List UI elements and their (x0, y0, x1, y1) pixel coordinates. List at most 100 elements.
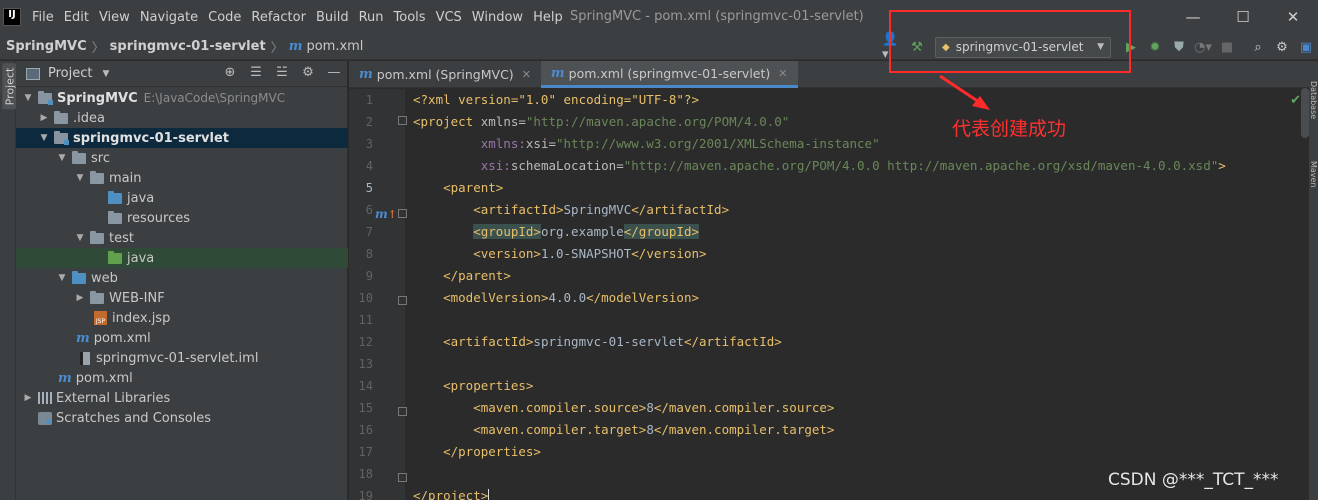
breadcrumb-file[interactable]: pom.xml (306, 39, 363, 54)
folder-icon (90, 290, 104, 304)
chevron-down-icon[interactable]: ▼ (56, 153, 68, 163)
no-problems-check-icon[interactable]: ✔ (1290, 93, 1301, 108)
collapse-all-icon[interactable]: ☱ (269, 65, 295, 80)
project-panel-header: Project ▼ ⊕ ☰ ☱ ⚙ — (16, 61, 347, 87)
menu-item-vcs[interactable]: VCS (431, 10, 467, 25)
chevron-down-icon[interactable]: ▼ (56, 273, 68, 283)
tab-pom-springmvc[interactable]: m pom.xml (SpringMVC) ✕ (349, 61, 541, 88)
library-icon (38, 392, 52, 404)
menu-item-refactor[interactable]: Refactor (246, 10, 311, 25)
menu-item-run[interactable]: Run (354, 10, 389, 25)
maven-tool-window-button[interactable]: Maven (1309, 161, 1318, 211)
code-line-5: <parent> (443, 180, 504, 195)
code-line-12: <artifactId>springmvc-01-servlet</artifa… (443, 334, 782, 349)
breadcrumb-project[interactable]: SpringMVC (6, 39, 87, 54)
editor-scrollbar[interactable] (1301, 88, 1309, 138)
tree-item-main[interactable]: ▼ main (16, 168, 348, 188)
close-window-button[interactable]: ✕ (1268, 0, 1318, 34)
close-tab-icon[interactable]: ✕ (522, 68, 531, 81)
close-tab-icon[interactable]: ✕ (778, 67, 787, 80)
chevron-right-icon[interactable]: ▶ (22, 393, 34, 403)
line-number: 17 (358, 445, 373, 459)
debug-icon[interactable]: ✹ (1144, 37, 1166, 57)
tree-item-resources[interactable]: resources (16, 208, 348, 228)
project-panel: Project ▼ ⊕ ☰ ☱ ⚙ — ▼ SpringMVC E:\JavaC… (16, 61, 348, 500)
menu-item-navigate[interactable]: Navigate (135, 10, 203, 25)
ide-icon[interactable]: ▣ (1295, 37, 1317, 57)
maven-parent-gutter-icon[interactable]: m↑ (375, 207, 397, 221)
breadcrumb-module[interactable]: springmvc-01-servlet (110, 39, 266, 54)
tree-item-main-java[interactable]: java (16, 188, 348, 208)
tree-item-idea[interactable]: ▶ .idea (16, 108, 348, 128)
tree-item-springmvc-01-servlet[interactable]: ▼ springmvc-01-servlet (16, 128, 348, 148)
line-number: 3 (365, 137, 373, 151)
tree-item-index-jsp[interactable]: JSP index.jsp (16, 308, 348, 328)
line-number-gutter: m↑ 1 2 3 4 5 6 7 8 9 10 11 12 13 14 15 16 17 18 19 (349, 89, 407, 500)
profile-icon[interactable]: ◔▾ (1192, 37, 1214, 57)
maven-file-icon: m (550, 65, 565, 81)
tree-item-module-pom[interactable]: m pom.xml (16, 328, 348, 348)
scratches-icon (38, 411, 52, 425)
chevron-down-icon[interactable]: ▼ (102, 69, 109, 79)
tree-item-web-inf[interactable]: ▶ WEB-INF (16, 288, 348, 308)
tree-item-web[interactable]: ▼ web (16, 268, 348, 288)
chevron-down-icon[interactable]: ▼ (74, 173, 86, 183)
line-number: 13 (358, 357, 373, 371)
project-path: E:\JavaCode\SpringMVC (143, 91, 286, 105)
fold-marker-icon[interactable] (398, 209, 407, 218)
menu-item-edit[interactable]: Edit (59, 10, 94, 25)
annotation-highlight-box (889, 10, 1131, 73)
tree-item-test-java[interactable]: java (16, 248, 348, 268)
tab-pom-servlet[interactable]: m pom.xml (springmvc-01-servlet) ✕ (540, 61, 798, 88)
chevron-right-icon[interactable]: ▶ (38, 113, 50, 123)
tree-item-test[interactable]: ▼ test (16, 228, 348, 248)
menu-item-code[interactable]: Code (203, 10, 246, 25)
fold-marker-icon[interactable] (398, 473, 407, 482)
jsp-file-icon: JSP (94, 311, 107, 325)
folder-icon (72, 150, 86, 164)
line-number: 19 (358, 489, 373, 500)
minimize-button[interactable]: — (1168, 0, 1218, 34)
fold-marker-icon[interactable] (398, 407, 407, 416)
chevron-down-icon[interactable]: ▼ (22, 93, 34, 103)
code-line-6: <artifactId>SpringMVC</artifactId> (473, 202, 730, 217)
coverage-icon[interactable]: ⛊ (1168, 37, 1190, 57)
stop-icon[interactable]: ■ (1216, 37, 1238, 57)
tree-item-external-libraries[interactable]: ▶ External Libraries (16, 388, 348, 408)
chevron-right-icon[interactable]: ▶ (74, 293, 86, 303)
fold-marker-icon[interactable] (398, 296, 407, 305)
menu-item-help[interactable]: Help (528, 10, 568, 25)
project-view-icon (26, 67, 40, 80)
tree-item-iml[interactable]: springmvc-01-servlet.iml (16, 348, 348, 368)
iml-file-icon (80, 351, 90, 365)
menu-item-tools[interactable]: Tools (389, 10, 431, 25)
code-line-14: <properties> (443, 378, 534, 393)
menu-item-build[interactable]: Build (311, 10, 354, 25)
code-line-17: </properties> (443, 444, 541, 459)
line-number: 7 (365, 225, 373, 239)
tree-item-scratches[interactable]: Scratches and Consoles (16, 408, 348, 428)
chevron-down-icon[interactable]: ▼ (38, 133, 50, 143)
code-line-1: <?xml version="1.0" encoding="UTF-8"?> (413, 92, 699, 107)
tree-item-src[interactable]: ▼ src (16, 148, 348, 168)
search-icon[interactable]: ⌕ (1247, 37, 1269, 57)
database-tool-window-button[interactable]: Database (1309, 81, 1318, 151)
watermark: CSDN @***_TCT_*** (1108, 470, 1279, 490)
chevron-down-icon[interactable]: ▼ (74, 233, 86, 243)
folder-icon (90, 170, 104, 184)
tree-item-root-pom[interactable]: m pom.xml (16, 368, 348, 388)
maximize-button[interactable]: ☐ (1218, 0, 1268, 34)
project-panel-title[interactable]: Project (48, 66, 92, 81)
module-folder-icon (54, 130, 69, 145)
right-tool-strip: Database Maven (1309, 61, 1318, 500)
expand-all-icon[interactable]: ☰ (243, 65, 269, 80)
hide-panel-icon[interactable]: — (321, 65, 347, 80)
menu-item-window[interactable]: Window (467, 10, 528, 25)
settings-icon[interactable]: ⚙ (1271, 37, 1293, 57)
menu-item-view[interactable]: View (94, 10, 135, 25)
fold-marker-icon[interactable] (398, 116, 407, 125)
tree-item-springmvc[interactable]: ▼ SpringMVC E:\JavaCode\SpringMVC (16, 88, 348, 108)
menu-item-file[interactable]: File (27, 10, 59, 25)
settings-icon[interactable]: ⚙ (295, 65, 321, 80)
locate-file-icon[interactable]: ⊕ (217, 65, 243, 80)
